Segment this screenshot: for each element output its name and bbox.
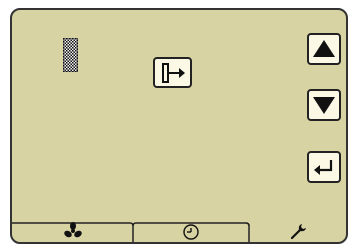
up-button[interactable]	[307, 33, 341, 65]
door-exit-icon	[161, 62, 185, 83]
down-arrow-icon	[313, 97, 335, 114]
checker-pattern-icon	[63, 38, 78, 72]
tab-wrench[interactable]	[249, 220, 346, 242]
up-arrow-icon	[313, 40, 335, 57]
enter-button[interactable]	[307, 151, 341, 183]
fan-icon	[63, 222, 82, 238]
enter-icon	[314, 160, 333, 175]
tab-fan[interactable]	[12, 220, 133, 242]
wrench-icon	[290, 224, 306, 240]
tab-bar	[12, 220, 346, 242]
tab-clock[interactable]	[133, 220, 249, 242]
clock-icon	[183, 224, 199, 240]
device-screen	[10, 8, 348, 244]
down-button[interactable]	[307, 89, 341, 121]
door-exit-button[interactable]	[153, 57, 192, 88]
